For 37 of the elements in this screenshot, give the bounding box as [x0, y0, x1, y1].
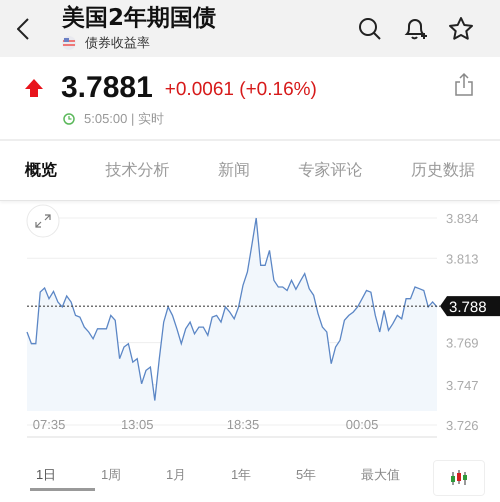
tab[interactable]: 历史数据 [411, 158, 475, 182]
x-axis-label: 13:05 [120, 417, 154, 432]
period-tab[interactable]: 1日 [30, 465, 95, 491]
expand-icon[interactable] [26, 204, 60, 238]
tab[interactable]: 技术分析 [106, 158, 170, 182]
x-axis-label: 07:35 [32, 417, 66, 432]
clock-icon [63, 112, 75, 125]
update-time: 5:05:00 | 实时 [84, 110, 164, 128]
y-axis-label: 3.726 [446, 418, 479, 433]
y-axis-label: 3.813 [446, 251, 479, 266]
price: 3.7881 [61, 71, 153, 105]
ref-line-label: 3.788 [449, 299, 487, 316]
back-icon[interactable] [17, 18, 29, 40]
search-icon[interactable] [358, 16, 382, 40]
up-arrow-icon [24, 78, 44, 98]
current-price-badge: 3.788 [440, 296, 500, 316]
price-change: +0.0061 (+0.16%) [164, 78, 317, 102]
tab[interactable]: 专家评论 [298, 158, 362, 182]
period-tab[interactable]: 1周 [95, 465, 160, 491]
period-tab[interactable]: 1月 [160, 465, 225, 491]
period-tab[interactable]: 5年 [290, 465, 355, 491]
tab[interactable]: 概览 [25, 158, 57, 182]
period-tab[interactable]: 1年 [225, 465, 290, 491]
candlestick-icon [450, 470, 468, 486]
star-icon[interactable] [448, 16, 474, 42]
x-axis-label: 18:35 [226, 417, 260, 432]
period-tab[interactable]: 最大值 [355, 465, 420, 491]
share-icon[interactable] [454, 72, 474, 96]
x-axis-label: 00:05 [346, 417, 378, 432]
candlestick-button[interactable] [433, 460, 485, 496]
y-axis-label: 3.769 [446, 336, 479, 351]
flag-icon [62, 36, 76, 50]
tab[interactable]: 新闻 [218, 158, 250, 182]
y-axis-label: 3.747 [446, 378, 479, 393]
page-title: 美国2年期国债 [62, 4, 216, 32]
y-axis-label: 3.834 [446, 211, 479, 226]
subtitle: 债券收益率 [85, 34, 150, 52]
